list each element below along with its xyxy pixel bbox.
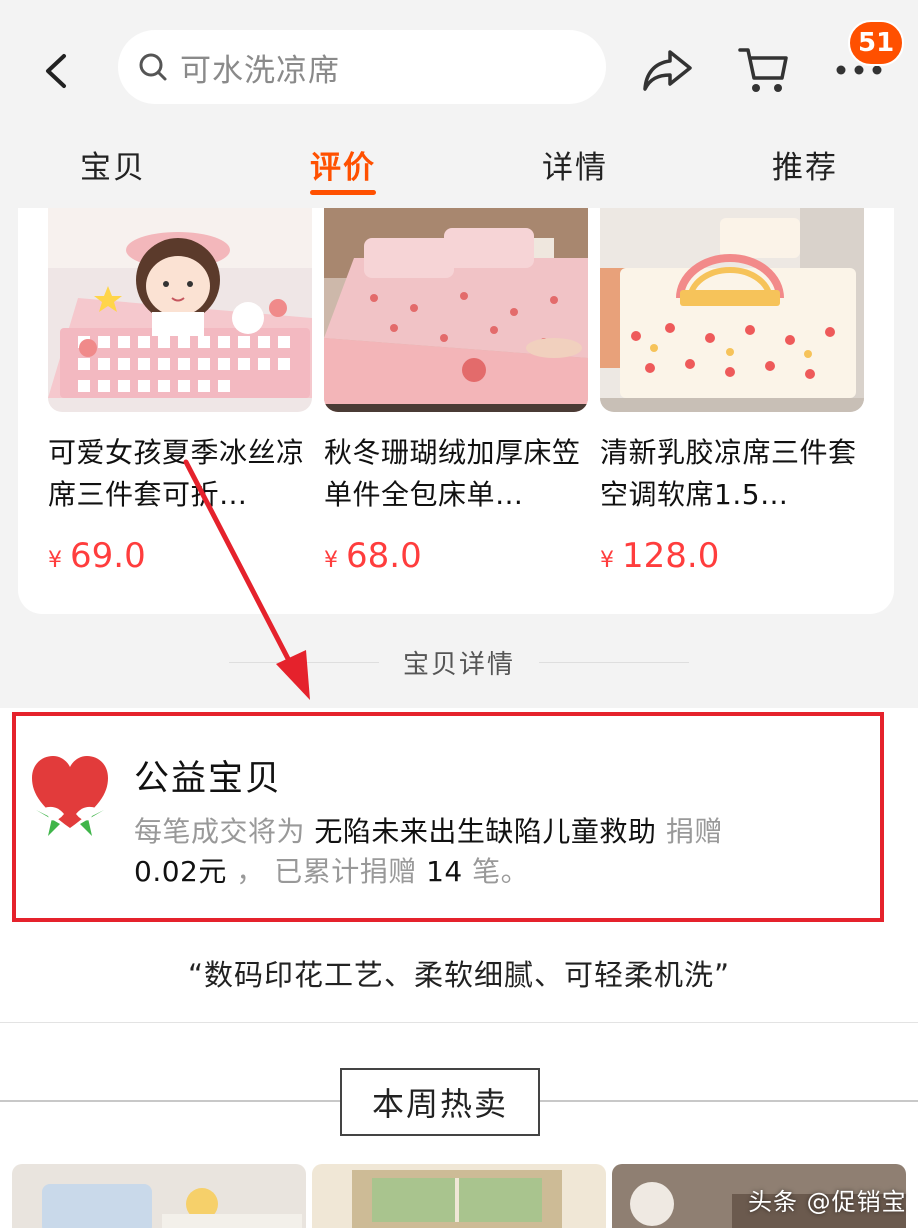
currency-symbol: ¥ bbox=[48, 548, 62, 573]
price-value: 128.0 bbox=[622, 536, 720, 576]
divider bbox=[0, 1022, 918, 1023]
product-image bbox=[600, 208, 864, 412]
tab-review[interactable]: 评价 bbox=[310, 142, 376, 187]
section-title: 宝贝详情 bbox=[402, 649, 515, 680]
top-bar: 可水洗凉席 51 bbox=[0, 0, 918, 130]
hot-item-image[interactable] bbox=[312, 1164, 606, 1228]
product-price: ¥ 69.0 bbox=[48, 536, 312, 576]
charity-desc-mid: 捐赠 bbox=[665, 815, 723, 848]
price-value: 68.0 bbox=[346, 536, 422, 576]
charity-sep: ， bbox=[236, 855, 265, 888]
price-value: 69.0 bbox=[70, 536, 146, 576]
cart-icon[interactable] bbox=[736, 42, 792, 98]
charity-description: 每笔成交将为 无陷未来出生缺陷儿童救助 捐赠 0.02元 ， 已累计捐赠 14 … bbox=[134, 812, 834, 892]
search-placeholder: 可水洗凉席 bbox=[180, 52, 340, 89]
product-title: 秋冬珊瑚绒加厚床笠单件全包床单… bbox=[324, 436, 581, 511]
hot-sale-title: 本周热卖 bbox=[340, 1068, 540, 1136]
recommend-item[interactable]: 清新乳胶凉席三件套空调软席1.5… ¥ 128.0 bbox=[600, 208, 864, 576]
charity-title: 公益宝贝 bbox=[134, 759, 283, 799]
divider-line bbox=[539, 661, 689, 663]
divider-line bbox=[228, 661, 379, 663]
charity-heart-icon bbox=[30, 752, 110, 842]
active-tab-indicator bbox=[310, 190, 376, 195]
charity-suffix: 笔。 bbox=[472, 855, 530, 888]
charity-program: 无陷未来出生缺陷儿童救助 bbox=[314, 815, 657, 848]
hot-item-image[interactable] bbox=[12, 1164, 306, 1228]
charity-banner[interactable]: 公益宝贝 每笔成交将为 无陷未来出生缺陷儿童救助 捐赠 0.02元 ， 已累计捐… bbox=[12, 712, 884, 922]
product-price: ¥ 128.0 bbox=[600, 536, 864, 576]
message-count-badge: 51 bbox=[848, 20, 905, 66]
recommend-card: 可爱女孩夏季冰丝凉席三件套可折… ¥ 69.0 秋冬珊瑚绒加厚床笠单件全包床单…… bbox=[18, 208, 894, 614]
search-input[interactable]: 可水洗凉席 bbox=[118, 30, 606, 104]
product-image bbox=[48, 208, 312, 412]
section-header: 宝贝详情 bbox=[0, 630, 918, 694]
charity-total-prefix: 已累计捐赠 bbox=[274, 855, 417, 888]
tab-bar: 宝贝 评价 详情 推荐 bbox=[0, 130, 918, 208]
currency-symbol: ¥ bbox=[324, 548, 338, 573]
recommend-item[interactable]: 可爱女孩夏季冰丝凉席三件套可折… ¥ 69.0 bbox=[48, 208, 312, 576]
product-title: 清新乳胶凉席三件套空调软席1.5… bbox=[600, 436, 857, 511]
back-icon[interactable] bbox=[34, 48, 80, 94]
watermark: 头条 @促销宝 bbox=[748, 1188, 907, 1216]
recommend-item[interactable]: 秋冬珊瑚绒加厚床笠单件全包床单… ¥ 68.0 bbox=[324, 208, 588, 576]
charity-amount: 0.02元 bbox=[134, 855, 227, 888]
product-price: ¥ 68.0 bbox=[324, 536, 588, 576]
tab-item[interactable]: 宝贝 bbox=[80, 142, 146, 187]
detail-area: 公益宝贝 每笔成交将为 无陷未来出生缺陷儿童救助 捐赠 0.02元 ， 已累计捐… bbox=[0, 708, 918, 1228]
charity-desc-prefix: 每笔成交将为 bbox=[134, 815, 306, 848]
product-title: 可爱女孩夏季冰丝凉席三件套可折… bbox=[48, 436, 305, 511]
product-image bbox=[324, 208, 588, 412]
currency-symbol: ¥ bbox=[600, 548, 614, 573]
charity-count: 14 bbox=[426, 855, 463, 888]
share-icon[interactable] bbox=[640, 46, 696, 96]
search-icon bbox=[139, 53, 167, 81]
tab-detail[interactable]: 详情 bbox=[542, 142, 608, 187]
product-slogan: “数码印花工艺、柔软细腻、可轻柔机洗” bbox=[187, 958, 731, 992]
tab-recommend[interactable]: 推荐 bbox=[772, 142, 838, 187]
